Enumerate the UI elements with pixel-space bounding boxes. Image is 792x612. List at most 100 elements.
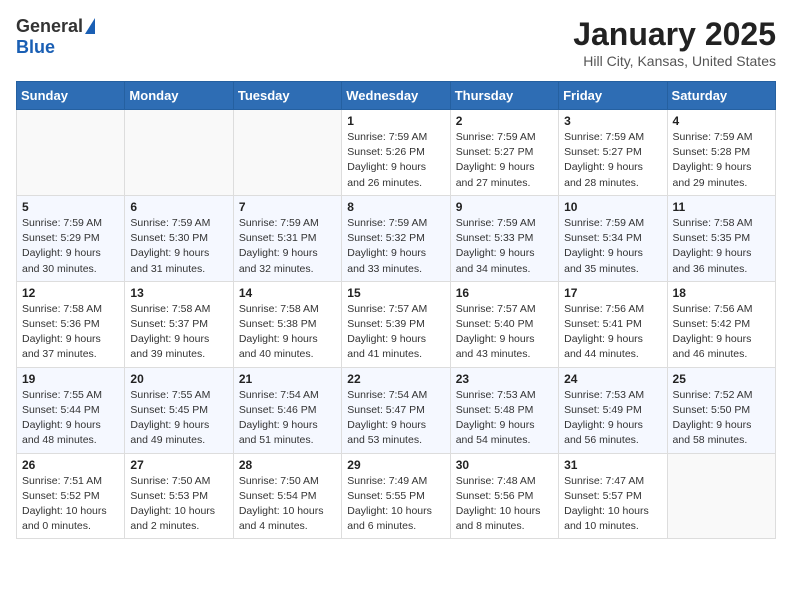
calendar-cell: 23 Sunrise: 7:53 AM Sunset: 5:48 PM Dayli… [450, 367, 558, 453]
day-info: Sunrise: 7:59 AM Sunset: 5:31 PM Dayligh… [239, 216, 336, 277]
day-info: Sunrise: 7:58 AM Sunset: 5:35 PM Dayligh… [673, 216, 770, 277]
day-info: Sunrise: 7:57 AM Sunset: 5:39 PM Dayligh… [347, 302, 444, 363]
day-number: 26 [22, 458, 119, 472]
calendar-cell: 9 Sunrise: 7:59 AM Sunset: 5:33 PM Daylig… [450, 195, 558, 281]
logo-general-text: General [16, 16, 83, 37]
day-info: Sunrise: 7:58 AM Sunset: 5:38 PM Dayligh… [239, 302, 336, 363]
day-of-week-header: Friday [559, 82, 667, 110]
calendar-cell: 16Sunrise: 7:57 AM Sunset: 5:40 PM Dayli… [450, 281, 558, 367]
day-number: 19 [22, 372, 119, 386]
calendar-cell: 17 Sunrise: 7:56 AM Sunset: 5:41 PM Dayli… [559, 281, 667, 367]
day-number: 22 [347, 372, 444, 386]
day-info: Sunrise: 7:56 AM Sunset: 5:42 PM Dayligh… [673, 302, 770, 363]
calendar-cell: 20 Sunrise: 7:55 AM Sunset: 5:45 PM Dayli… [125, 367, 233, 453]
day-number: 1 [347, 114, 444, 128]
calendar-cell: 22 Sunrise: 7:54 AM Sunset: 5:47 PM Dayli… [342, 367, 450, 453]
calendar-cell [667, 453, 775, 539]
calendar-cell: 19Sunrise: 7:55 AM Sunset: 5:44 PM Dayli… [17, 367, 125, 453]
day-info: Sunrise: 7:58 AM Sunset: 5:37 PM Dayligh… [130, 302, 227, 363]
day-info: Sunrise: 7:50 AM Sunset: 5:54 PM Dayligh… [239, 474, 336, 535]
calendar-cell: 30 Sunrise: 7:48 AM Sunset: 5:56 PM Dayli… [450, 453, 558, 539]
day-number: 18 [673, 286, 770, 300]
calendar-cell: 10 Sunrise: 7:59 AM Sunset: 5:34 PM Dayli… [559, 195, 667, 281]
day-number: 7 [239, 200, 336, 214]
day-of-week-header: Saturday [667, 82, 775, 110]
day-info: Sunrise: 7:47 AM Sunset: 5:57 PM Dayligh… [564, 474, 661, 535]
day-number: 16 [456, 286, 553, 300]
day-number: 21 [239, 372, 336, 386]
calendar-week-row: 12 Sunrise: 7:58 AM Sunset: 5:36 PM Dayli… [17, 281, 776, 367]
calendar-cell: 26 Sunrise: 7:51 AM Sunset: 5:52 PM Dayli… [17, 453, 125, 539]
calendar-header-row: SundayMondayTuesdayWednesdayThursdayFrid… [17, 82, 776, 110]
calendar-cell: 4Sunrise: 7:59 AM Sunset: 5:28 PM Daylig… [667, 110, 775, 196]
day-number: 28 [239, 458, 336, 472]
day-info: Sunrise: 7:54 AM Sunset: 5:47 PM Dayligh… [347, 388, 444, 449]
day-info: Sunrise: 7:52 AM Sunset: 5:50 PM Dayligh… [673, 388, 770, 449]
day-number: 3 [564, 114, 661, 128]
day-of-week-header: Wednesday [342, 82, 450, 110]
day-number: 2 [456, 114, 553, 128]
day-number: 12 [22, 286, 119, 300]
day-number: 13 [130, 286, 227, 300]
day-number: 23 [456, 372, 553, 386]
calendar-cell: 11 Sunrise: 7:58 AM Sunset: 5:35 PM Dayli… [667, 195, 775, 281]
day-number: 4 [673, 114, 770, 128]
title-area: January 2025 Hill City, Kansas, United S… [573, 16, 776, 69]
day-number: 17 [564, 286, 661, 300]
day-info: Sunrise: 7:53 AM Sunset: 5:48 PM Dayligh… [456, 388, 553, 449]
calendar-cell: 25 Sunrise: 7:52 AM Sunset: 5:50 PM Dayli… [667, 367, 775, 453]
day-info: Sunrise: 7:59 AM Sunset: 5:34 PM Dayligh… [564, 216, 661, 277]
day-info: Sunrise: 7:54 AM Sunset: 5:46 PM Dayligh… [239, 388, 336, 449]
day-info: Sunrise: 7:59 AM Sunset: 5:30 PM Dayligh… [130, 216, 227, 277]
day-info: Sunrise: 7:49 AM Sunset: 5:55 PM Dayligh… [347, 474, 444, 535]
calendar-cell: 14Sunrise: 7:58 AM Sunset: 5:38 PM Dayli… [233, 281, 341, 367]
calendar-cell: 27Sunrise: 7:50 AM Sunset: 5:53 PM Dayli… [125, 453, 233, 539]
calendar-cell: 31 Sunrise: 7:47 AM Sunset: 5:57 PM Dayli… [559, 453, 667, 539]
calendar-cell: 8 Sunrise: 7:59 AM Sunset: 5:32 PM Daylig… [342, 195, 450, 281]
calendar-cell: 7 Sunrise: 7:59 AM Sunset: 5:31 PM Daylig… [233, 195, 341, 281]
day-info: Sunrise: 7:51 AM Sunset: 5:52 PM Dayligh… [22, 474, 119, 535]
day-of-week-header: Tuesday [233, 82, 341, 110]
day-number: 11 [673, 200, 770, 214]
day-info: Sunrise: 7:59 AM Sunset: 5:27 PM Dayligh… [564, 130, 661, 191]
day-number: 24 [564, 372, 661, 386]
day-info: Sunrise: 7:59 AM Sunset: 5:27 PM Dayligh… [456, 130, 553, 191]
calendar-cell: 1 Sunrise: 7:59 AM Sunset: 5:26 PM Daylig… [342, 110, 450, 196]
calendar-cell [233, 110, 341, 196]
calendar-week-row: 5Sunrise: 7:59 AM Sunset: 5:29 PM Daylig… [17, 195, 776, 281]
calendar-week-row: 19Sunrise: 7:55 AM Sunset: 5:44 PM Dayli… [17, 367, 776, 453]
day-info: Sunrise: 7:48 AM Sunset: 5:56 PM Dayligh… [456, 474, 553, 535]
calendar-cell: 6 Sunrise: 7:59 AM Sunset: 5:30 PM Daylig… [125, 195, 233, 281]
day-info: Sunrise: 7:55 AM Sunset: 5:45 PM Dayligh… [130, 388, 227, 449]
day-info: Sunrise: 7:59 AM Sunset: 5:32 PM Dayligh… [347, 216, 444, 277]
calendar-cell: 24 Sunrise: 7:53 AM Sunset: 5:49 PM Dayli… [559, 367, 667, 453]
logo-blue-text: Blue [16, 37, 55, 58]
day-of-week-header: Sunday [17, 82, 125, 110]
day-info: Sunrise: 7:53 AM Sunset: 5:49 PM Dayligh… [564, 388, 661, 449]
calendar-cell [125, 110, 233, 196]
day-number: 10 [564, 200, 661, 214]
calendar-cell: 2 Sunrise: 7:59 AM Sunset: 5:27 PM Daylig… [450, 110, 558, 196]
calendar-cell: 18 Sunrise: 7:56 AM Sunset: 5:42 PM Dayli… [667, 281, 775, 367]
logo-triangle-icon [85, 18, 95, 34]
month-title: January 2025 [573, 16, 776, 53]
logo: General Blue [16, 16, 95, 58]
day-number: 27 [130, 458, 227, 472]
day-info: Sunrise: 7:59 AM Sunset: 5:26 PM Dayligh… [347, 130, 444, 191]
calendar-table: SundayMondayTuesdayWednesdayThursdayFrid… [16, 81, 776, 539]
day-info: Sunrise: 7:59 AM Sunset: 5:33 PM Dayligh… [456, 216, 553, 277]
day-info: Sunrise: 7:58 AM Sunset: 5:36 PM Dayligh… [22, 302, 119, 363]
calendar-week-row: 26 Sunrise: 7:51 AM Sunset: 5:52 PM Dayli… [17, 453, 776, 539]
calendar-cell: 28 Sunrise: 7:50 AM Sunset: 5:54 PM Dayli… [233, 453, 341, 539]
day-number: 20 [130, 372, 227, 386]
day-number: 15 [347, 286, 444, 300]
day-number: 9 [456, 200, 553, 214]
day-number: 25 [673, 372, 770, 386]
day-number: 8 [347, 200, 444, 214]
calendar-cell: 12 Sunrise: 7:58 AM Sunset: 5:36 PM Dayli… [17, 281, 125, 367]
day-number: 6 [130, 200, 227, 214]
day-number: 30 [456, 458, 553, 472]
location-text: Hill City, Kansas, United States [573, 53, 776, 69]
day-number: 31 [564, 458, 661, 472]
day-info: Sunrise: 7:56 AM Sunset: 5:41 PM Dayligh… [564, 302, 661, 363]
